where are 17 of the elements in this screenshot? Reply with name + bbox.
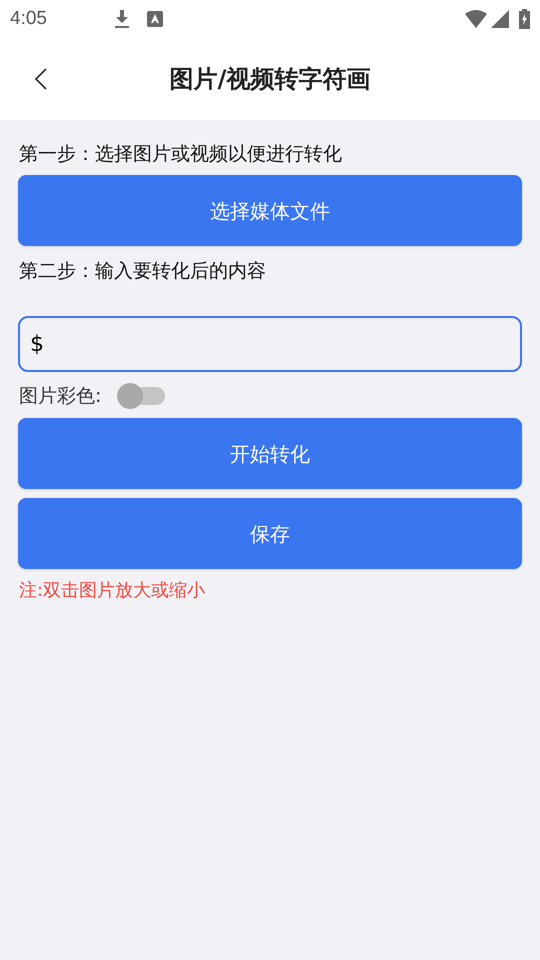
wifi-icon bbox=[465, 10, 487, 28]
text-icon bbox=[147, 11, 163, 27]
action-button[interactable]: 选择媒体文件 bbox=[18, 175, 522, 246]
signal-icon bbox=[491, 10, 509, 28]
action-button[interactable]: 保存 bbox=[18, 498, 522, 569]
color-toggle[interactable] bbox=[117, 383, 166, 409]
content-input[interactable]: $ bbox=[18, 316, 522, 372]
back-icon bbox=[35, 68, 47, 90]
action-button[interactable]: 开始转化 bbox=[18, 418, 522, 489]
note-text: 注:双击图片放大或缩小 bbox=[18, 579, 206, 603]
download-icon bbox=[114, 9, 130, 29]
step-label: 第二步：输入要转化后的内容 bbox=[18, 259, 267, 284]
step-label: 第一步：选择图片或视频以便进行转化 bbox=[18, 142, 343, 167]
toggle-label: 图片彩色: bbox=[18, 384, 102, 409]
battery-icon bbox=[519, 9, 530, 29]
page-title: 图片/视频转字符画 bbox=[170, 64, 370, 95]
status-time: 4:05 bbox=[10, 6, 48, 31]
